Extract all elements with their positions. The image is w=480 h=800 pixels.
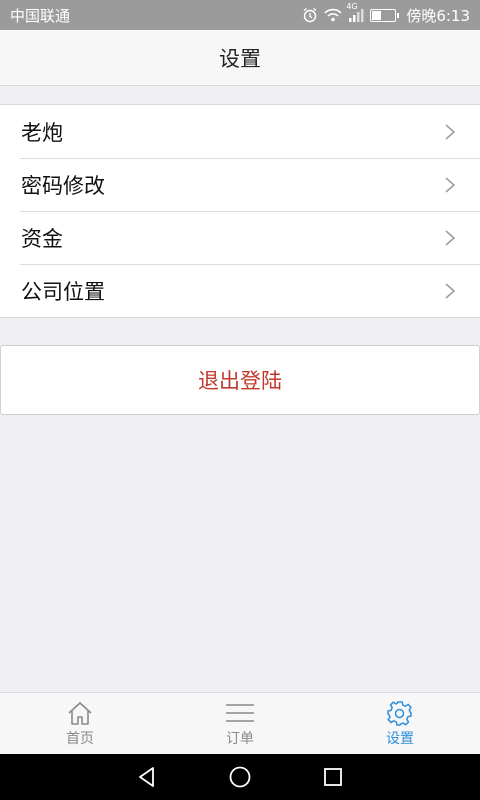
signal-icon: 4G	[346, 2, 364, 22]
screen: 中国联通 4G 傍晚6:13 设置 老炮 密码修改 资金 公司位置 退出登陆 首…	[0, 0, 480, 800]
carrier-label: 中国联通	[10, 6, 71, 25]
settings-item-company-location[interactable]: 公司位置	[0, 264, 480, 317]
tab-settings[interactable]: 设置	[320, 693, 480, 754]
status-icons: 4G 傍晚6:13	[302, 2, 470, 26]
settings-item-label: 密码修改	[21, 173, 105, 198]
settings-item-laopao[interactable]: 老炮	[0, 105, 480, 158]
chevron-right-icon	[445, 282, 456, 299]
chevron-right-icon	[445, 123, 456, 140]
tab-label: 设置	[386, 730, 414, 747]
android-nav-bar	[0, 754, 480, 800]
nav-header: 设置	[0, 30, 480, 86]
tab-label: 首页	[66, 730, 94, 747]
alarm-icon	[302, 7, 318, 23]
tab-home[interactable]: 首页	[0, 693, 160, 754]
recents-square-icon	[324, 768, 343, 786]
home-icon	[68, 701, 92, 725]
gear-icon	[387, 700, 412, 726]
back-button[interactable]	[133, 763, 161, 791]
clock-label: 傍晚6:13	[406, 6, 470, 25]
home-button[interactable]	[226, 763, 254, 791]
back-triangle-icon	[138, 767, 154, 787]
wifi-icon	[324, 8, 342, 22]
list-icon	[226, 703, 254, 722]
settings-item-label: 公司位置	[21, 279, 105, 304]
network-type-label: 4G	[346, 2, 358, 11]
chevron-right-icon	[445, 229, 456, 246]
status-bar: 中国联通 4G 傍晚6:13	[0, 0, 480, 30]
tab-bar: 首页 订单 设置	[0, 692, 480, 754]
logout-label: 退出登陆	[198, 369, 282, 393]
settings-list: 老炮 密码修改 资金 公司位置	[0, 104, 480, 318]
settings-item-password[interactable]: 密码修改	[0, 158, 480, 211]
battery-icon	[370, 8, 400, 22]
tab-orders[interactable]: 订单	[160, 693, 320, 754]
settings-item-funds[interactable]: 资金	[0, 211, 480, 264]
tab-label: 订单	[226, 730, 254, 747]
settings-item-label: 资金	[21, 226, 63, 251]
settings-item-label: 老炮	[21, 120, 63, 145]
home-circle-icon	[229, 766, 251, 788]
logout-button[interactable]: 退出登陆	[0, 345, 480, 415]
page-title: 设置	[219, 46, 261, 71]
chevron-right-icon	[445, 176, 456, 193]
recents-button[interactable]	[319, 763, 347, 791]
